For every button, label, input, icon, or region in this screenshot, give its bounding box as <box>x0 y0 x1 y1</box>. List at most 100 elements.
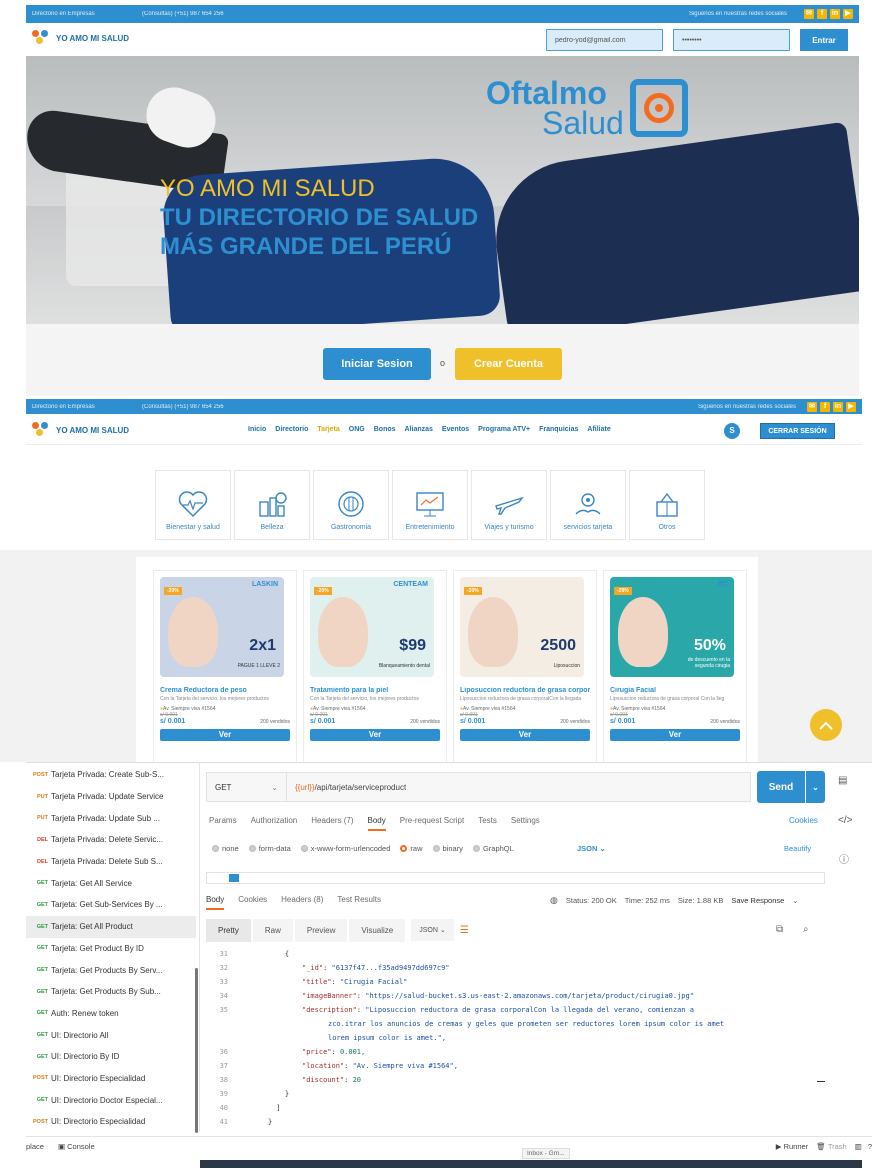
product-image[interactable]: -20% CENTEAM $99 Blanqueamiento dental <box>310 577 434 677</box>
request-item[interactable]: GET Tarjeta: Get Products By Sub... <box>26 981 196 1003</box>
youtube-icon[interactable]: ▶ <box>846 401 856 412</box>
product-title[interactable]: Crema Reductora de peso <box>160 687 290 694</box>
nav-directorio[interactable]: Directorio <box>275 426 308 433</box>
help-icon[interactable]: ? <box>868 1142 872 1151</box>
product-title[interactable]: Liposuccion reductora de grasa corporal <box>460 687 590 694</box>
password-input[interactable] <box>673 29 790 51</box>
view-pretty[interactable]: Pretty <box>206 918 251 942</box>
tab-params[interactable]: Params <box>209 816 237 831</box>
url-input[interactable]: {{url}}/api/tarjeta/serviceproduct <box>287 783 406 792</box>
trash-icon[interactable]: 🗑 <box>816 1142 826 1151</box>
request-item[interactable]: GET Tarjeta: Get Products By Serv... <box>26 959 196 981</box>
request-item[interactable]: GET Tarjeta: Get All Service <box>26 872 196 894</box>
brand-logo[interactable]: YO AMO MI SALUD <box>32 30 129 46</box>
nav-eventos[interactable]: Eventos <box>442 426 469 433</box>
nav-tarjeta[interactable]: Tarjeta <box>317 426 339 433</box>
product-card[interactable]: -20% LASKIN 2x1 PAGUE 1 LLEVE 2 Crema Re… <box>153 570 297 766</box>
category-entretenimiento[interactable]: Entretenimiento <box>392 470 468 540</box>
request-item[interactable]: POST UI: Directorio Especialidad <box>26 1111 196 1133</box>
product-title[interactable]: Tratamiento para la piel <box>310 687 440 694</box>
console-icon[interactable]: ▣ <box>58 1142 65 1151</box>
body-type-5[interactable]: GraphQL <box>472 844 514 853</box>
tab-body[interactable]: Body <box>367 816 386 831</box>
send-options-button[interactable]: ⌄ <box>806 771 825 803</box>
product-card[interactable]: -20% 2500 Liposuccion Liposuccion reduct… <box>453 570 597 766</box>
save-response-button[interactable]: Save Response <box>731 896 784 905</box>
tab-pre-request[interactable]: Pre-request Script <box>400 816 464 831</box>
info-icon[interactable]: ⓘ <box>839 851 849 866</box>
logout-button[interactable]: CERRAR SESIÓN <box>760 423 835 439</box>
request-item[interactable]: GET Tarjeta: Get Product By ID <box>26 938 196 960</box>
body-type-2[interactable]: x-www-form-urlencoded <box>300 844 390 853</box>
runner-button[interactable]: Runner <box>784 1142 809 1151</box>
request-item[interactable]: GET Tarjeta: Get Sub-Services By ... <box>26 894 196 916</box>
request-item[interactable]: GET UI: Directorio All <box>26 1024 196 1046</box>
trash-button[interactable]: Trash <box>828 1142 847 1151</box>
layout-icon[interactable]: ▥ <box>855 1142 862 1151</box>
nav-programa-atv[interactable]: Programa ATV+ <box>478 426 530 433</box>
res-tab-body[interactable]: Body <box>206 895 225 910</box>
email-input[interactable] <box>546 29 663 51</box>
linkedin-icon[interactable]: in <box>833 401 843 412</box>
body-editor[interactable] <box>206 872 825 884</box>
nav-inicio[interactable]: Inicio <box>248 426 266 433</box>
method-select[interactable]: GET ⌄ <box>207 773 287 801</box>
product-image[interactable]: -20% LASKIN 2x1 PAGUE 1 LLEVE 2 <box>160 577 284 677</box>
request-item[interactable]: GET Tarjeta: Get All Product <box>26 915 196 938</box>
view-button[interactable]: Ver <box>610 729 740 741</box>
brand-logo-2[interactable]: YO AMO MI SALUD <box>32 422 129 438</box>
product-card[interactable]: -20% RC 50% de descuento en la segunda c… <box>603 570 747 766</box>
view-button[interactable]: Ver <box>160 729 290 741</box>
globe-icon[interactable]: ◍ <box>550 895 558 906</box>
body-type-4[interactable]: binary <box>432 844 463 853</box>
body-format-select[interactable]: JSON ⌄ <box>577 844 606 853</box>
send-button[interactable]: Send <box>757 771 805 803</box>
code-icon[interactable]: </> <box>838 815 852 826</box>
user-avatar[interactable]: S <box>724 423 740 439</box>
nav-afiliate[interactable]: Afiliate <box>587 426 610 433</box>
scroll-top-button[interactable] <box>810 709 842 741</box>
tab-tests[interactable]: Tests <box>478 816 497 831</box>
wrap-lines-icon[interactable]: ☰ <box>460 925 469 936</box>
facebook-icon[interactable]: f <box>817 9 827 19</box>
product-card[interactable]: -20% CENTEAM $99 Blanqueamiento dental T… <box>303 570 447 766</box>
tab-settings[interactable]: Settings <box>511 816 540 831</box>
request-item[interactable]: POST Tarjeta Privada: Create Sub-S... <box>26 764 196 786</box>
category-bienestar[interactable]: Bienestar y salud <box>155 470 231 540</box>
res-tab-tests[interactable]: Test Results <box>337 895 381 910</box>
body-type-0[interactable]: none <box>212 844 239 853</box>
request-item[interactable]: PUT Tarjeta Privada: Update Sub ... <box>26 807 196 829</box>
view-format-select[interactable]: JSON ⌄ <box>411 919 454 941</box>
category-gastronomia[interactable]: Gastronomia <box>313 470 389 540</box>
nav-ong[interactable]: ONG <box>349 426 365 433</box>
category-servicios[interactable]: servicios tarjeta <box>550 470 626 540</box>
tab-authorization[interactable]: Authorization <box>251 816 298 831</box>
cookies-link[interactable]: Cookies <box>789 816 818 825</box>
nav-bonos[interactable]: Bonos <box>374 426 396 433</box>
body-type-1[interactable]: form-data <box>248 844 291 853</box>
request-item[interactable]: GET UI: Directorio Doctor Especial... <box>26 1089 196 1111</box>
category-viajes[interactable]: Viajes y turismo <box>471 470 547 540</box>
view-raw[interactable]: Raw <box>252 918 293 942</box>
sidebar-scrollbar[interactable] <box>195 968 198 1133</box>
view-preview[interactable]: Preview <box>294 918 348 942</box>
request-item[interactable]: GET UI: Directorio By ID <box>26 1046 196 1068</box>
register-button[interactable]: Crear Cuenta <box>455 348 562 380</box>
response-body[interactable]: 31 {32 "_id": "6137f47...f35ad9497dd697c9… <box>206 950 826 1130</box>
request-item[interactable]: POST UI: Directorio Especialidad <box>26 1068 196 1090</box>
linkedin-icon[interactable]: in <box>830 9 840 19</box>
email-icon[interactable]: ✉ <box>804 9 814 19</box>
nav-franquicias[interactable]: Franquicias <box>539 426 578 433</box>
res-tab-headers[interactable]: Headers (8) <box>281 895 323 910</box>
email-icon[interactable]: ✉ <box>807 401 817 412</box>
category-otros[interactable]: Otros <box>629 470 705 540</box>
beautify-link[interactable]: Beautify <box>784 844 811 853</box>
youtube-icon[interactable]: ▶ <box>843 9 853 19</box>
enter-button[interactable]: Entrar <box>800 29 848 51</box>
copy-icon[interactable]: ⧉ <box>776 924 783 935</box>
request-item[interactable]: PUT Tarjeta Privada: Update Service <box>26 786 196 808</box>
product-image[interactable]: -20% RC 50% de descuento en la segunda c… <box>610 577 734 677</box>
nav-alianzas[interactable]: Alianzas <box>405 426 433 433</box>
view-visualize[interactable]: Visualize <box>349 918 406 942</box>
body-type-3[interactable]: raw <box>400 844 423 853</box>
